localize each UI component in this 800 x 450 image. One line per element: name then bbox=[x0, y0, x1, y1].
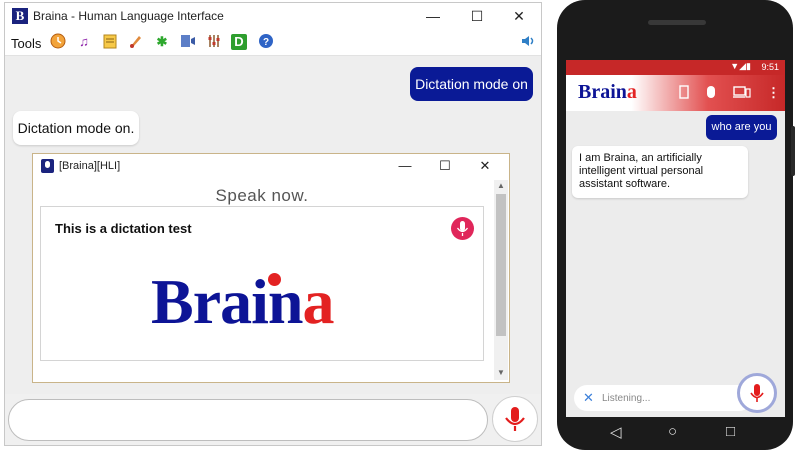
dictation-text-box[interactable]: This is a dictation test Braina bbox=[40, 206, 484, 361]
mobile-microphone-button[interactable] bbox=[737, 373, 777, 413]
maximize-button[interactable]: ☐ bbox=[455, 3, 499, 29]
speak-prompt: Speak now. bbox=[215, 186, 309, 205]
braina-desktop-window: B Braina - Human Language Interface — ☐ … bbox=[4, 2, 542, 446]
scroll-up-icon[interactable]: ▲ bbox=[496, 181, 506, 190]
phone-side-button bbox=[791, 126, 795, 176]
signal-icon: ▼◢▮ bbox=[730, 61, 751, 71]
scrollbar-thumb[interactable] bbox=[496, 194, 506, 336]
dialog-minimize-button[interactable]: — bbox=[385, 156, 425, 176]
mobile-bot-message: I am Braina, an artificially intelligent… bbox=[572, 146, 748, 198]
dictionary-icon[interactable] bbox=[679, 85, 689, 102]
overflow-menu-icon[interactable]: ⋮ bbox=[767, 85, 780, 101]
cancel-icon[interactable]: ✕ bbox=[583, 390, 594, 406]
message-input[interactable] bbox=[8, 399, 488, 441]
title-bar: B Braina - Human Language Interface — ☐ … bbox=[5, 3, 541, 29]
status-time: 9:51 bbox=[761, 62, 779, 72]
status-bar: ▼◢▮ 9:51 bbox=[566, 60, 785, 75]
mobile-screen: ▼◢▮ 9:51 Braina ⋮ who are you I am Brain… bbox=[566, 60, 785, 417]
microphone-icon[interactable] bbox=[451, 217, 474, 240]
scroll-down-icon[interactable]: ▼ bbox=[496, 368, 506, 377]
brand-dot bbox=[268, 273, 281, 286]
asterisk-icon[interactable]: ✱ bbox=[153, 33, 171, 51]
dialog-title-bar: [Braina][HLI] — ☐ ✕ bbox=[33, 154, 509, 178]
braina-logo-icon: B bbox=[12, 8, 28, 24]
microphone-icon bbox=[41, 159, 54, 173]
braina-brand-logo: Braina bbox=[151, 265, 334, 339]
brush-icon[interactable] bbox=[127, 33, 145, 51]
phone-speaker bbox=[648, 20, 706, 25]
svg-text:?: ? bbox=[263, 37, 269, 48]
music-icon[interactable]: ♫ bbox=[75, 33, 93, 51]
volume-icon[interactable] bbox=[519, 33, 537, 51]
recents-icon[interactable]: □ bbox=[726, 423, 735, 440]
app-title-main: Brain bbox=[578, 81, 627, 103]
tools-menu[interactable]: Tools bbox=[11, 36, 41, 51]
brand-last-letter: a bbox=[302, 266, 334, 337]
dictated-text: This is a dictation test bbox=[55, 221, 192, 236]
dictionary-icon[interactable]: D bbox=[231, 34, 247, 50]
home-icon[interactable]: ○ bbox=[668, 423, 677, 440]
app-title-last: a bbox=[626, 81, 637, 103]
screen-reader-icon[interactable] bbox=[179, 33, 197, 51]
mobile-input[interactable]: ✕ Listening... bbox=[574, 385, 752, 411]
app-bar: Braina ⋮ bbox=[566, 75, 785, 111]
user-message-bubble: Dictation mode on bbox=[410, 67, 533, 101]
back-icon[interactable]: ◁ bbox=[610, 423, 622, 441]
vertical-scrollbar[interactable]: ▲ ▼ bbox=[494, 180, 508, 380]
dictation-dialog: [Braina][HLI] — ☐ ✕ Speak now. This is a… bbox=[32, 153, 510, 383]
settings-icon[interactable] bbox=[205, 33, 223, 51]
mouse-icon[interactable] bbox=[706, 85, 716, 102]
android-nav-bar: ◁ ○ □ bbox=[566, 417, 785, 447]
dialog-title: [Braina][HLI] bbox=[59, 160, 121, 172]
bot-message-bubble: Dictation mode on. bbox=[13, 111, 139, 145]
listening-placeholder: Listening... bbox=[602, 393, 651, 404]
devices-icon[interactable] bbox=[733, 85, 751, 102]
clock-icon[interactable] bbox=[49, 33, 67, 51]
notes-icon[interactable] bbox=[101, 33, 119, 51]
microphone-button[interactable] bbox=[492, 396, 538, 442]
window-title: Braina - Human Language Interface bbox=[33, 9, 224, 23]
help-icon[interactable]: ? bbox=[257, 33, 275, 51]
mobile-user-message: who are you bbox=[706, 115, 777, 140]
dialog-maximize-button[interactable]: ☐ bbox=[425, 156, 465, 176]
minimize-button[interactable]: — bbox=[411, 3, 455, 29]
dialog-close-button[interactable]: ✕ bbox=[465, 156, 505, 176]
toolbar: Tools ♫ ✱ D ? bbox=[5, 29, 541, 56]
close-button[interactable]: ✕ bbox=[497, 3, 541, 29]
app-title: Braina bbox=[578, 81, 637, 104]
